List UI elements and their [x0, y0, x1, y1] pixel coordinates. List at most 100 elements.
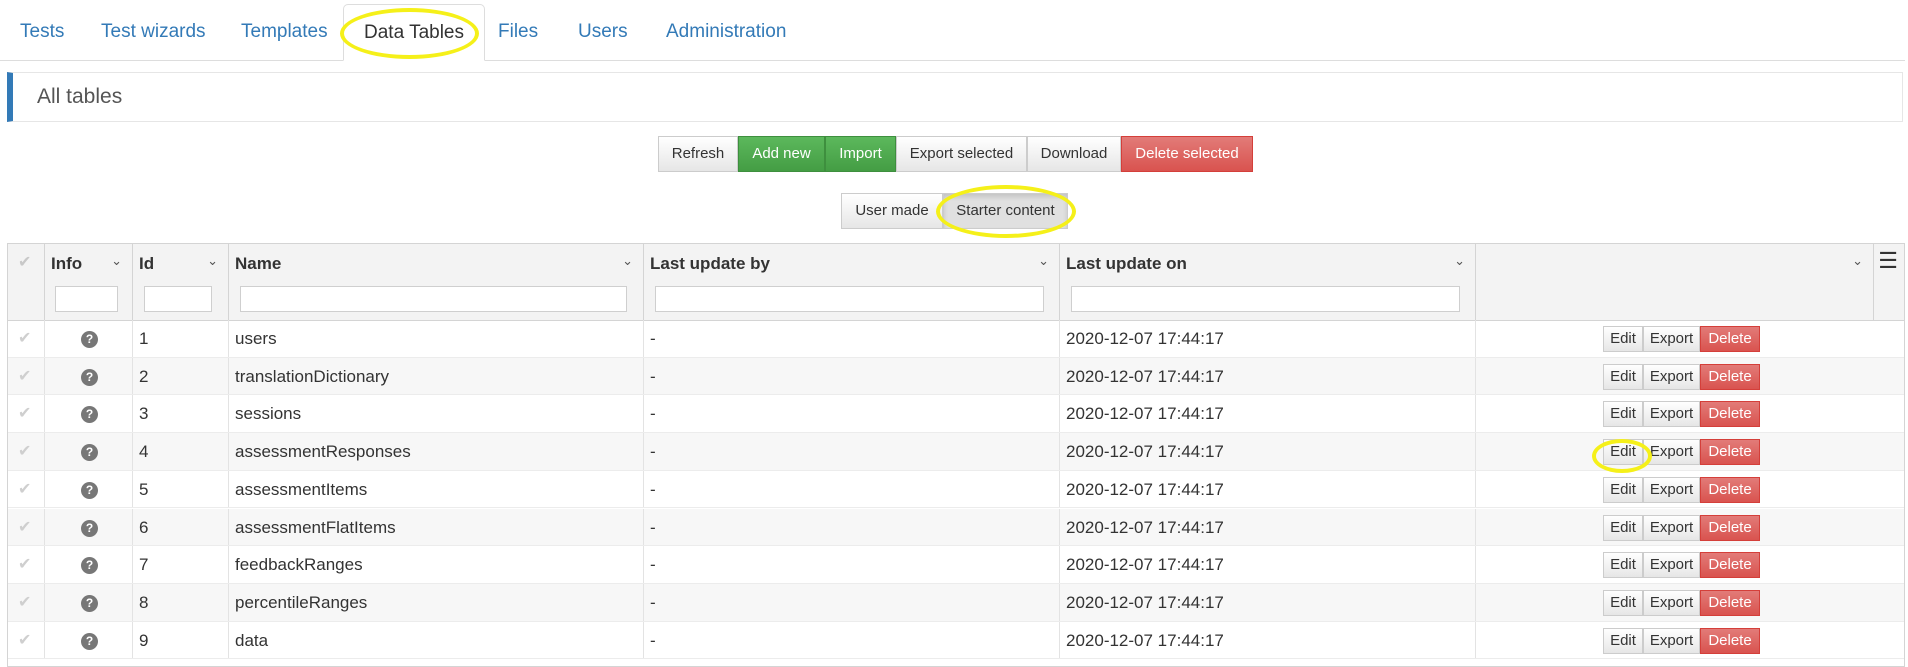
delete-selected-button[interactable]: Delete selected	[1121, 136, 1253, 172]
question-circle-icon[interactable]: ?	[81, 368, 98, 386]
edit-button[interactable]: Edit	[1603, 476, 1643, 503]
last-update-by-cell: -	[644, 433, 1060, 470]
question-circle-icon[interactable]: ?	[81, 557, 98, 575]
row-select-checkbox[interactable]: ✔	[8, 320, 45, 357]
chevron-down-icon[interactable]: ⌄	[622, 253, 633, 269]
column-header-info[interactable]: Info	[51, 254, 82, 274]
export-button[interactable]: Export	[1643, 363, 1700, 390]
tab-administration[interactable]: Administration	[646, 4, 806, 60]
starter-content-toggle[interactable]: Starter content	[943, 193, 1068, 229]
actions-cell: Edit Export Delete	[1476, 546, 1904, 583]
refresh-button[interactable]: Refresh	[658, 136, 738, 172]
column-header-name[interactable]: Name	[235, 254, 281, 274]
row-select-checkbox[interactable]: ✔	[8, 508, 45, 546]
delete-button[interactable]: Delete	[1700, 514, 1760, 541]
export-button[interactable]: Export	[1643, 514, 1700, 541]
add-new-button[interactable]: Add new	[738, 136, 825, 172]
column-last-update-by: Last update by ⌄	[644, 244, 1060, 320]
check-icon[interactable]: ✔	[18, 405, 31, 422]
row-select-checkbox[interactable]: ✔	[8, 470, 45, 508]
row-select-checkbox[interactable]: ✔	[8, 433, 45, 470]
chevron-down-icon[interactable]: ⌄	[111, 253, 122, 269]
check-icon[interactable]: ✔	[18, 443, 31, 460]
edit-button[interactable]: Edit	[1603, 627, 1643, 654]
delete-button[interactable]: Delete	[1700, 439, 1760, 466]
edit-button[interactable]: Edit	[1603, 514, 1643, 541]
row-select-checkbox[interactable]: ✔	[8, 395, 45, 433]
select-all-column[interactable]: ✔	[8, 244, 45, 320]
question-circle-icon[interactable]: ?	[81, 331, 98, 349]
delete-button[interactable]: Delete	[1700, 627, 1760, 654]
export-button[interactable]: Export	[1643, 627, 1700, 654]
edit-button[interactable]: Edit	[1603, 363, 1643, 390]
export-selected-button[interactable]: Export selected	[896, 136, 1027, 172]
export-button[interactable]: Export	[1643, 589, 1700, 616]
question-circle-icon[interactable]: ?	[81, 519, 98, 537]
edit-button[interactable]: Edit	[1603, 552, 1643, 579]
user-made-toggle[interactable]: User made	[841, 193, 943, 229]
column-header-last-update-on[interactable]: Last update on	[1066, 254, 1187, 274]
question-circle-icon[interactable]: ?	[81, 632, 98, 650]
delete-button[interactable]: Delete	[1700, 326, 1760, 352]
actions-cell: Edit Export Delete	[1476, 509, 1904, 546]
edit-button[interactable]: Edit	[1603, 439, 1643, 466]
tab-files[interactable]: Files	[478, 4, 558, 60]
delete-button[interactable]: Delete	[1700, 589, 1760, 616]
hamburger-menu-icon[interactable]: ☰	[1878, 248, 1898, 274]
question-circle-icon[interactable]: ?	[81, 594, 98, 612]
tab-users[interactable]: Users	[558, 4, 648, 60]
tab-tests[interactable]: Tests	[0, 4, 84, 60]
edit-button[interactable]: Edit	[1603, 401, 1643, 428]
check-icon[interactable]: ✔	[18, 252, 31, 272]
id-filter-input[interactable]	[144, 286, 212, 312]
column-header-id[interactable]: Id	[139, 254, 154, 274]
question-circle-icon[interactable]: ?	[81, 444, 98, 462]
delete-button[interactable]: Delete	[1700, 363, 1760, 390]
chevron-down-icon[interactable]: ⌄	[1852, 253, 1863, 269]
import-button[interactable]: Import	[825, 136, 896, 172]
column-name: Name ⌄	[229, 244, 644, 320]
check-icon[interactable]: ✔	[18, 632, 31, 649]
export-button[interactable]: Export	[1643, 476, 1700, 503]
row-select-checkbox[interactable]: ✔	[8, 546, 45, 583]
export-button[interactable]: Export	[1643, 401, 1700, 428]
check-icon[interactable]: ✔	[18, 330, 31, 347]
info-cell: ?	[45, 508, 133, 546]
chevron-down-icon[interactable]: ⌄	[1454, 253, 1465, 269]
chevron-down-icon[interactable]: ⌄	[1038, 253, 1049, 269]
check-icon[interactable]: ✔	[18, 368, 31, 385]
check-icon[interactable]: ✔	[18, 481, 31, 498]
row-select-checkbox[interactable]: ✔	[8, 621, 45, 659]
download-button[interactable]: Download	[1027, 136, 1121, 172]
export-button[interactable]: Export	[1643, 439, 1700, 466]
table-row: ✔ ? 4 assessmentResponses - 2020-12-07 1…	[8, 433, 1904, 471]
check-icon[interactable]: ✔	[18, 594, 31, 611]
delete-button[interactable]: Delete	[1700, 476, 1760, 503]
column-header-last-update-by[interactable]: Last update by	[650, 254, 770, 274]
last-update-by-filter-input[interactable]	[655, 286, 1044, 312]
tab-data-tables[interactable]: Data Tables	[343, 4, 485, 61]
edit-button[interactable]: Edit	[1603, 589, 1643, 616]
last-update-by-cell: -	[644, 357, 1060, 395]
chevron-down-icon[interactable]: ⌄	[207, 253, 218, 269]
info-filter-input[interactable]	[55, 286, 118, 312]
delete-button[interactable]: Delete	[1700, 401, 1760, 428]
name-filter-input[interactable]	[240, 286, 627, 312]
name-cell: assessmentItems	[229, 470, 644, 508]
row-select-checkbox[interactable]: ✔	[8, 357, 45, 395]
row-select-checkbox[interactable]: ✔	[8, 583, 45, 621]
check-icon[interactable]: ✔	[18, 519, 31, 536]
grid-menu-column: ☰	[1874, 244, 1904, 320]
question-circle-icon[interactable]: ?	[81, 406, 98, 424]
info-cell: ?	[45, 470, 133, 508]
tab-test-wizards[interactable]: Test wizards	[81, 4, 226, 60]
export-button[interactable]: Export	[1643, 326, 1700, 352]
id-cell: 7	[133, 546, 229, 583]
delete-button[interactable]: Delete	[1700, 552, 1760, 579]
check-icon[interactable]: ✔	[18, 556, 31, 573]
export-button[interactable]: Export	[1643, 552, 1700, 579]
tab-templates[interactable]: Templates	[221, 4, 348, 60]
question-circle-icon[interactable]: ?	[81, 481, 98, 499]
last-update-on-filter-input[interactable]	[1071, 286, 1460, 312]
edit-button[interactable]: Edit	[1603, 326, 1643, 352]
